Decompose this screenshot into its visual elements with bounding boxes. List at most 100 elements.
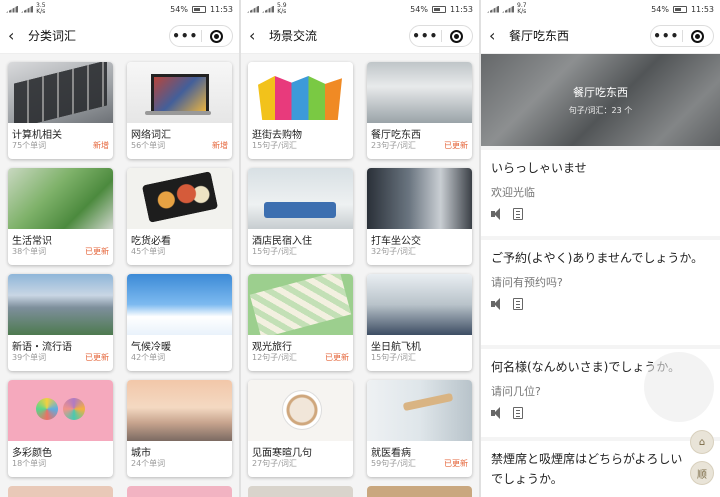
scenario-card[interactable]: 餐厅吃东西 23句子/词汇 已更新 (367, 62, 472, 159)
category-card[interactable]: 新语・流行语 39个单词 已更新 (8, 274, 113, 371)
screen-restaurant-phrases: 9.7 K/s 54% 11:53 ‹ 餐厅吃东西 ••• 餐厅吃东西 句子/词汇：… (481, 0, 720, 497)
page-title: 场景交流 (269, 29, 318, 43)
page-title: 分类词汇 (28, 29, 77, 43)
close-button[interactable] (683, 29, 714, 43)
category-card-peek[interactable] (8, 486, 113, 497)
scenario-card-peek[interactable] (367, 486, 472, 497)
miniprogram-capsule: ••• (650, 25, 714, 47)
scenario-card[interactable]: 坐日航飞机 15句子/词汇 (367, 274, 472, 371)
card-title: 计算机相关 (12, 130, 62, 141)
card-count: 15句子/词汇 (252, 247, 297, 256)
battery-percent: 54% (410, 4, 428, 14)
card-title: 网络词汇 (131, 130, 171, 141)
phrase-japanese: いらっしゃいませ (491, 161, 587, 175)
category-card-peek[interactable] (127, 486, 232, 497)
category-card[interactable]: 计算机相关 75个单词 新增 (8, 62, 113, 159)
category-card[interactable]: 生活常识 38个单词 已更新 (8, 168, 113, 265)
scenario-card[interactable]: 逛街去购物 15句子/词汇 (248, 62, 353, 159)
clock: 11:53 (690, 4, 714, 14)
card-title: 就医看病 (371, 448, 411, 459)
back-arrow-icon[interactable]: ‹ (249, 26, 263, 45)
card-count: 12句子/词汇 (252, 353, 297, 362)
status-badge: 新增 (212, 141, 228, 150)
speaker-icon[interactable] (491, 407, 503, 419)
category-card[interactable]: 城市 24个单词 (127, 380, 232, 477)
close-button[interactable] (202, 29, 233, 43)
card-count: 56个单词 (131, 141, 166, 150)
scenario-card[interactable]: 就医看病 59句子/词汇 已更新 (367, 380, 472, 477)
phrase-japanese: 禁煙席と吸煙席はどちらがよろしいでしょうか。 (491, 452, 683, 486)
card-count: 39个单词 (12, 353, 47, 362)
card-title: 气候冷暖 (131, 342, 171, 353)
more-menu-button[interactable]: ••• (170, 27, 201, 45)
miniprogram-capsule: ••• (169, 25, 233, 47)
speaker-icon[interactable] (491, 208, 503, 220)
nav-bar: ‹ 分类词汇 ••• (0, 18, 239, 54)
card-count: 75个单词 (12, 141, 47, 150)
hotel-room-image (248, 168, 353, 229)
signal-icon (21, 5, 33, 13)
scenario-card[interactable]: 观光旅行 12句子/词汇 已更新 (248, 274, 353, 371)
home-float-button[interactable]: ⌂ (690, 430, 714, 454)
miniprogram-capsule: ••• (409, 25, 473, 47)
speaker-icon[interactable] (491, 298, 503, 310)
restaurant-image (367, 62, 472, 123)
close-button[interactable] (442, 29, 473, 43)
screen-scenario-communication: 5.9 K/s 54% 11:53 ‹ 场景交流 ••• 逛街去购物 15句子/词汇 … (241, 0, 479, 497)
status-bar: 3.5 K/s 54% 11:53 (0, 0, 239, 18)
page-title: 餐厅吃东西 (509, 29, 570, 43)
more-menu-button[interactable]: ••• (410, 27, 441, 45)
clock: 11:53 (209, 4, 233, 14)
hero-subtitle: 句子/词汇：23 个 (568, 106, 633, 115)
battery-icon (431, 5, 446, 13)
hero-title: 餐厅吃东西 (573, 86, 628, 99)
city-view-image (8, 274, 113, 335)
category-card[interactable]: 气候冷暖 42个单词 (127, 274, 232, 371)
back-arrow-icon[interactable]: ‹ (8, 26, 22, 45)
phrase-item[interactable]: いらっしゃいませ 欢迎光临 (481, 150, 720, 236)
card-title: 酒店民宿入住 (252, 236, 312, 247)
category-card[interactable]: 吃货必看 45个单词 (127, 168, 232, 265)
category-card[interactable]: 多彩颜色 18个单词 (8, 380, 113, 477)
close-target-icon (450, 29, 464, 43)
card-count: 23句子/词汇 (371, 141, 416, 150)
phrase-item[interactable]: 禁煙席と吸煙席はどちらがよろしいでしょうか。 (481, 441, 720, 497)
back-arrow-icon[interactable]: ‹ (489, 26, 503, 45)
card-count: 38个单词 (12, 247, 47, 256)
status-badge: 已更新 (85, 247, 109, 256)
card-title: 多彩颜色 (12, 448, 52, 459)
phrase-chinese: 欢迎光临 (491, 186, 535, 199)
card-count: 32句子/词汇 (371, 247, 416, 256)
battery-percent: 54% (651, 4, 669, 14)
airplane-cabin-image (367, 274, 472, 335)
card-count: 45个单词 (131, 247, 166, 256)
scenario-card[interactable]: 打车坐公交 32句子/词汇 (367, 168, 472, 265)
net-unit: K/s (517, 8, 527, 15)
copy-icon[interactable] (513, 407, 523, 419)
status-bar: 5.9 K/s 54% 11:53 (241, 0, 479, 18)
scenario-card[interactable]: 见面寒暄几句 27句子/词汇 (248, 380, 353, 477)
status-bar: 9.7 K/s 54% 11:53 (481, 0, 720, 18)
clock: 11:53 (449, 4, 473, 14)
nav-bar: ‹ 餐厅吃东西 ••• (481, 18, 720, 54)
signal-icon (247, 5, 259, 13)
card-count: 15句子/词汇 (252, 141, 297, 150)
order-float-button[interactable]: 顺 (690, 461, 714, 485)
card-title: 生活常识 (12, 236, 52, 247)
train-image (367, 168, 472, 229)
net-unit: K/s (277, 8, 287, 15)
signal-icon (262, 5, 274, 13)
more-menu-button[interactable]: ••• (651, 27, 682, 45)
card-title: 见面寒暄几句 (252, 448, 312, 459)
phrase-japanese: ご予約(よやく)ありませんでしょうか。 (491, 251, 704, 265)
signal-icon (6, 5, 18, 13)
card-title: 打车坐公交 (371, 236, 421, 247)
scenario-card-peek[interactable] (248, 486, 353, 497)
phrase-item[interactable]: ご予約(よやく)ありませんでしょうか。 请问有预约吗? (481, 240, 720, 345)
card-count: 27句子/词汇 (252, 459, 297, 468)
copy-icon[interactable] (513, 208, 523, 220)
scenario-card[interactable]: 酒店民宿入住 15句子/词汇 (248, 168, 353, 265)
category-card[interactable]: 网络词汇 56个单词 新增 (127, 62, 232, 159)
copy-icon[interactable] (513, 298, 523, 310)
card-title: 新语・流行语 (12, 342, 72, 353)
